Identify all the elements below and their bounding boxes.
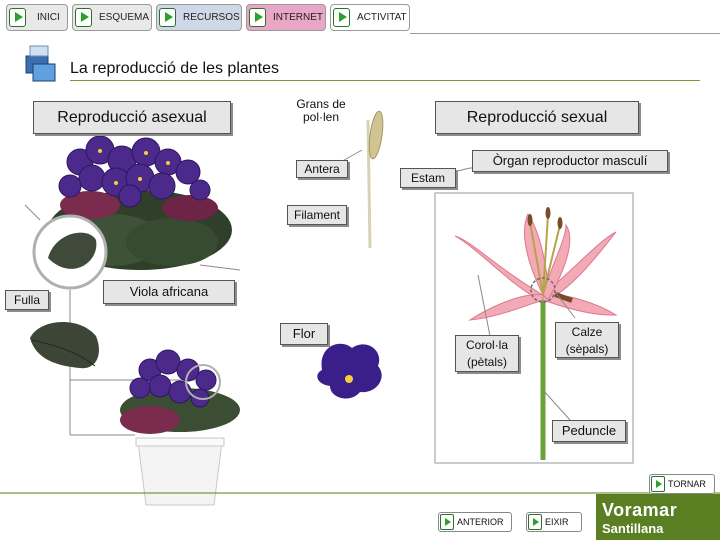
label-asexual: Reproducció asexual: [33, 101, 231, 134]
brand-santillana: Santillana: [602, 521, 664, 536]
label-flor: Flor: [280, 323, 328, 345]
leaf-cutout: [30, 321, 99, 369]
stamen-closeup: [366, 110, 384, 249]
label-calze: Calze (sèpals): [555, 322, 619, 358]
single-violet-flower: [317, 343, 382, 399]
label-fulla: Fulla: [5, 290, 49, 310]
tornar-label: TORNAR: [668, 479, 706, 489]
label-grans-pollen: Grans de pol·len: [296, 97, 346, 124]
label-sexual: Reproducció sexual: [435, 101, 639, 134]
play-icon: [651, 476, 665, 492]
eixir-button[interactable]: EIXIR: [526, 512, 582, 532]
label-viola: Viola africana: [103, 280, 235, 304]
play-icon: [528, 514, 542, 530]
brand-voramar: Voramar: [602, 500, 678, 520]
anterior-button[interactable]: ANTERIOR: [438, 512, 512, 532]
label-antera: Antera: [296, 160, 348, 178]
label-corola: Corol·la (pètals): [455, 335, 519, 372]
label-filament: Filament: [287, 205, 347, 225]
play-icon: [440, 514, 454, 530]
illustration-layer: [0, 110, 720, 540]
tornar-button[interactable]: TORNAR: [649, 474, 715, 494]
label-peduncle: Peduncle: [552, 420, 626, 442]
eixir-label: EIXIR: [545, 517, 569, 527]
potted-violet: [120, 349, 240, 506]
label-estam: Estam: [400, 168, 456, 188]
label-organ-masculi: Òrgan reproductor masculí: [472, 150, 668, 172]
leaf-zoom-circle: [32, 214, 108, 290]
anterior-label: ANTERIOR: [457, 517, 504, 527]
